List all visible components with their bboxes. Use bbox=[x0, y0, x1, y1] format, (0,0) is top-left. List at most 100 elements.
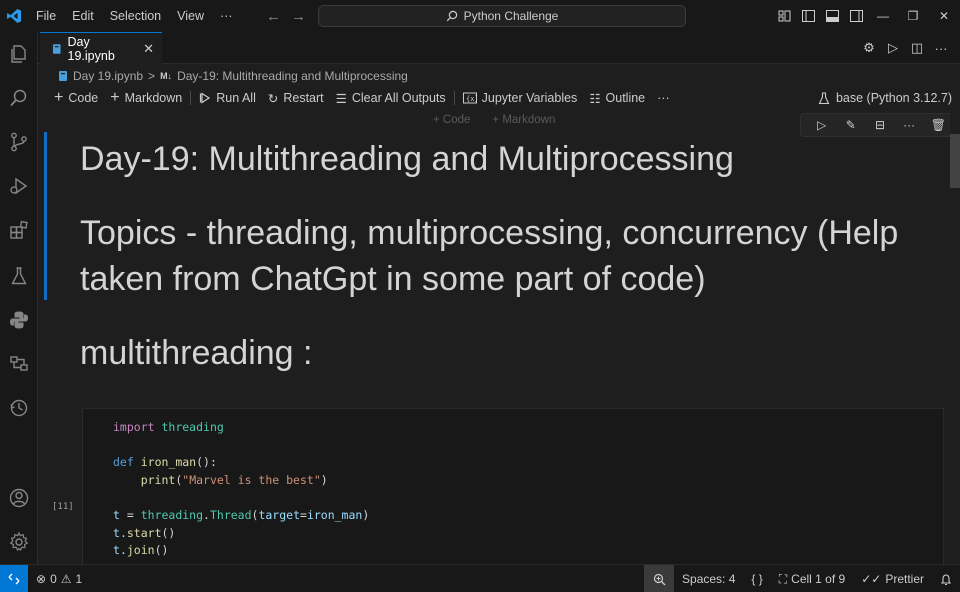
insert-cell-row: + Code + Markdown bbox=[433, 114, 555, 126]
split-cell-icon[interactable]: ⊟ bbox=[870, 118, 890, 132]
restart-label: Restart bbox=[283, 91, 324, 105]
run-all-label: Run All bbox=[216, 91, 256, 105]
plus-icon: + bbox=[110, 89, 120, 106]
more-actions-icon[interactable]: ··· bbox=[932, 41, 950, 56]
insert-code-button[interactable]: + Code bbox=[433, 114, 470, 126]
breadcrumb-file[interactable]: Day 19.ipynb bbox=[73, 69, 143, 83]
clear-all-outputs-button[interactable]: ☰ Clear All Outputs bbox=[330, 91, 452, 106]
cell-focus-indicator bbox=[44, 132, 47, 300]
markdown-heading-2: Topics - threading, multiprocessing, con… bbox=[80, 214, 899, 298]
toolbar-divider bbox=[190, 91, 192, 105]
outline-icon: ☷ bbox=[589, 91, 601, 106]
run-debug-icon[interactable] bbox=[0, 168, 38, 204]
remote-indicator-icon[interactable] bbox=[0, 564, 28, 592]
code-line: t.start() bbox=[113, 525, 176, 540]
prettier-status[interactable]: ✓✓ Prettier bbox=[853, 565, 932, 592]
title-actions: — ❐ ✕ bbox=[772, 0, 960, 32]
tab-day19-notebook[interactable]: Day 19.ipynb ✕ bbox=[40, 32, 162, 64]
close-window-icon[interactable]: ✕ bbox=[928, 0, 960, 32]
clear-all-icon: ☰ bbox=[335, 91, 347, 106]
warning-count: 1 bbox=[75, 571, 83, 586]
scrollbar-thumb[interactable] bbox=[950, 134, 960, 188]
breadcrumb-heading[interactable]: Day-19: Multithreading and Multiprocessi… bbox=[177, 69, 408, 83]
delete-cell-icon[interactable]: 🗑 bbox=[928, 118, 948, 132]
run-cell-icon[interactable]: ▷ bbox=[812, 118, 832, 132]
outline-button[interactable]: ☷ Outline bbox=[583, 91, 651, 106]
double-check-icon: ✓✓ bbox=[861, 572, 882, 586]
menu-file[interactable]: File bbox=[28, 0, 64, 32]
remote-explorer-icon[interactable] bbox=[0, 346, 38, 382]
error-icon: ⊗ bbox=[36, 571, 47, 586]
explorer-icon[interactable] bbox=[0, 36, 38, 72]
run-icon[interactable]: ▷ bbox=[884, 40, 902, 56]
run-all-icon bbox=[200, 92, 211, 104]
source-control-icon[interactable] bbox=[0, 124, 38, 160]
run-all-button[interactable]: Run All bbox=[193, 91, 262, 105]
accounts-icon[interactable] bbox=[0, 480, 38, 516]
settings-gear-icon[interactable] bbox=[0, 524, 38, 560]
search-icon bbox=[446, 10, 457, 22]
tab-label: Day 19.ipynb bbox=[67, 34, 115, 63]
outline-label: Outline bbox=[605, 91, 646, 105]
indentation-spaces[interactable]: Spaces: 4 bbox=[674, 565, 743, 592]
jupyter-variables-label: Jupyter Variables bbox=[481, 91, 578, 105]
vscode-logo-icon bbox=[0, 0, 28, 32]
notebook-editor: + Code + Markdown ▷ ✎ ⊟ ··· 🗑 Day-19: Mu… bbox=[38, 112, 960, 564]
back-arrow-icon[interactable]: ← bbox=[266, 8, 281, 25]
code-line: print("Marvel is the best") bbox=[140, 472, 328, 487]
notebook-cells-icon: ⛶ bbox=[778, 571, 788, 586]
menu-view[interactable]: View bbox=[169, 0, 212, 32]
toolbar-more-button[interactable]: ··· bbox=[651, 91, 676, 105]
markdown-heading-1: Day-19: Multithreading and Multiprocessi… bbox=[80, 140, 734, 178]
restart-button[interactable]: ↻ Restart bbox=[262, 91, 330, 106]
minimize-icon[interactable]: — bbox=[868, 0, 898, 32]
kernel-picker[interactable]: base (Python 3.12.7) bbox=[818, 86, 952, 110]
add-markdown-cell-button[interactable]: + Markdown bbox=[104, 89, 188, 107]
menu-edit[interactable]: Edit bbox=[64, 0, 102, 32]
add-markdown-label: Markdown bbox=[124, 91, 183, 105]
edit-pencil-icon[interactable]: ✎ bbox=[841, 118, 861, 132]
notebook-toolbar: + Code + Markdown Run All ↻ Restart ☰ Cl… bbox=[48, 86, 952, 110]
layout-customize-icon[interactable] bbox=[772, 0, 796, 32]
menu-more[interactable]: ··· bbox=[212, 0, 241, 32]
cell-position-label: Cell 1 of 9 bbox=[791, 572, 846, 586]
code-cell[interactable]: import threading def iron_man(): print("… bbox=[82, 408, 944, 564]
toolbar-divider bbox=[453, 91, 455, 105]
close-tab-icon[interactable]: ✕ bbox=[143, 41, 154, 57]
markdown-heading-3: multithreading : bbox=[80, 334, 313, 372]
code-line: def iron_man(): bbox=[113, 455, 217, 470]
nav-arrows: ← → bbox=[266, 0, 306, 32]
command-center[interactable]: Python Challenge bbox=[318, 5, 686, 27]
toggle-panel-icon[interactable] bbox=[820, 0, 844, 32]
cell-position[interactable]: ⛶ Cell 1 of 9 bbox=[771, 565, 853, 592]
menu-selection[interactable]: Selection bbox=[102, 0, 169, 32]
breadcrumb-separator: > bbox=[148, 69, 156, 83]
add-code-cell-button[interactable]: + Code bbox=[48, 89, 104, 107]
notebook-icon bbox=[59, 71, 67, 81]
problems-indicator[interactable]: ⊗ 0 ⚠ 1 bbox=[36, 572, 82, 586]
forward-arrow-icon[interactable]: → bbox=[291, 8, 306, 25]
zoom-icon[interactable] bbox=[644, 565, 675, 592]
insert-markdown-button[interactable]: + Markdown bbox=[492, 114, 555, 126]
gear-icon[interactable]: ⚙ bbox=[860, 40, 878, 56]
toggle-secondary-sidebar-icon[interactable] bbox=[844, 0, 868, 32]
notifications-bell-icon[interactable] bbox=[932, 565, 960, 592]
language-braces[interactable]: { } bbox=[743, 565, 770, 592]
testing-flask-icon[interactable] bbox=[0, 258, 38, 294]
svg-text:{x}: {x} bbox=[466, 95, 477, 103]
menu-bar: File Edit Selection View ··· bbox=[28, 0, 241, 32]
search-sidebar-icon[interactable] bbox=[0, 80, 38, 116]
timeline-history-icon[interactable] bbox=[0, 390, 38, 426]
code-line: import threading bbox=[113, 420, 224, 434]
extensions-icon[interactable] bbox=[0, 212, 38, 248]
split-editor-icon[interactable]: ◫ bbox=[908, 40, 926, 56]
variables-icon: {x} bbox=[462, 92, 477, 104]
jupyter-variables-button[interactable]: {x} Jupyter Variables bbox=[457, 91, 584, 105]
toggle-primary-sidebar-icon[interactable] bbox=[796, 0, 820, 32]
execution-count: [11] bbox=[52, 502, 74, 512]
code-line: t.join() bbox=[113, 543, 169, 558]
python-icon[interactable] bbox=[0, 302, 38, 338]
restore-icon[interactable]: ❐ bbox=[898, 0, 928, 32]
cell-more-icon[interactable]: ··· bbox=[899, 118, 919, 132]
